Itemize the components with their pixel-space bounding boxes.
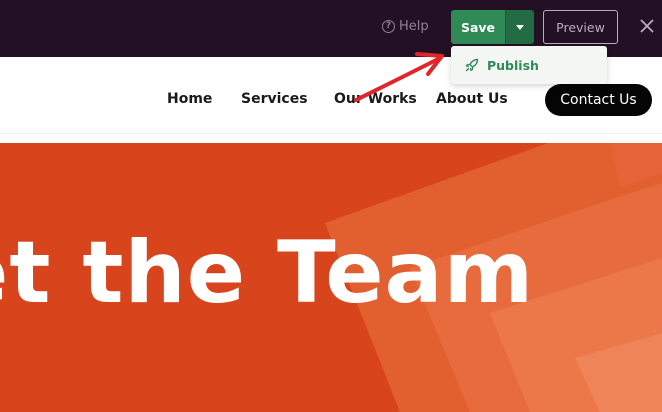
rocket-icon — [465, 58, 479, 72]
nav-about-us[interactable]: About Us — [436, 91, 508, 107]
nav-our-works[interactable]: Our Works — [334, 91, 417, 107]
nav-home[interactable]: Home — [167, 91, 212, 107]
publish-menu-item[interactable]: Publish — [487, 58, 539, 73]
hero-section: et the Team — [0, 143, 662, 412]
save-button[interactable]: Save — [451, 10, 505, 44]
help-label: Help — [399, 19, 429, 34]
nav-services[interactable]: Services — [241, 91, 308, 107]
help-icon: ? — [382, 20, 395, 33]
save-dropdown-toggle[interactable] — [505, 10, 534, 44]
caret-down-icon — [516, 24, 524, 30]
close-button[interactable] — [638, 17, 656, 35]
help-link[interactable]: ? Help — [382, 19, 429, 34]
save-button-group: Save — [451, 10, 534, 44]
contact-us-button[interactable]: Contact Us — [545, 84, 652, 116]
preview-button[interactable]: Preview — [543, 10, 618, 44]
hero-title: et the Team — [0, 223, 535, 323]
save-dropdown-menu: Publish — [451, 46, 607, 84]
close-icon — [640, 19, 654, 33]
